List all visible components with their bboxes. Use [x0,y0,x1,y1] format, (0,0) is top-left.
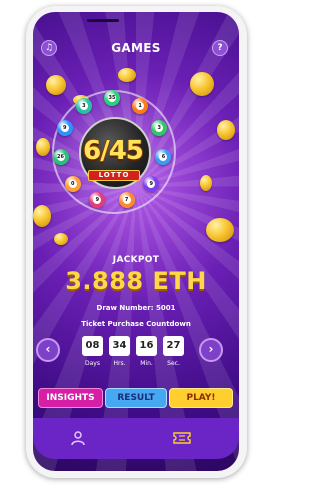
lottery-ball-number: 9 [147,180,156,189]
ticket-icon[interactable] [173,430,191,446]
lottery-ball-number: 9 [93,195,102,204]
lottery-ball: 7 [118,191,135,208]
insights-button[interactable]: INSIGHTS [38,388,103,408]
countdown-minutes-label: Min. [140,360,153,367]
coin-icon [206,218,234,242]
help-button[interactable]: ? [212,40,228,56]
result-button[interactable]: RESULT [105,388,167,408]
lottery-ball-number: 6 [159,153,168,162]
coin-icon [36,138,50,156]
countdown-minutes-value: 16 [136,336,157,356]
countdown-hours-value: 34 [109,336,130,356]
notch [87,19,119,22]
coin-icon [46,75,66,95]
lottery-ball-number: 0 [68,180,77,189]
play-button[interactable]: PLAY! [169,388,233,408]
lottery-ball: 35 [104,90,120,106]
countdown-title: Ticket Purchase Countdown [81,320,191,328]
coin-icon [200,175,212,191]
countdown-seconds-label: Sec. [167,360,180,367]
countdown-seconds-value: 27 [163,336,184,356]
coin-icon [33,205,51,227]
coin-icon [190,72,214,96]
lottery-ball-number: 3 [79,102,88,111]
lottery-ball-number: 9 [60,124,69,133]
lottery-ball: 0 [64,176,81,193]
bottom-nav [33,418,239,459]
jackpot-value: 3.888 ETH [65,267,207,295]
coin-icon [54,233,68,245]
user-icon[interactable] [70,430,86,446]
prev-draw-button[interactable]: ‹ [36,338,60,362]
countdown-days-value: 08 [82,336,103,356]
next-draw-button[interactable]: › [199,338,223,362]
countdown-hours-label: Hrs. [113,360,126,367]
lottery-ball-number: 26 [56,153,65,162]
page-title: GAMES [111,41,161,55]
lotto-logo-number: 6/45 [83,136,144,166]
lottery-ball-number: 1 [136,102,145,111]
lottery-ball-number: 7 [122,195,131,204]
lotto-logo-ribbon: LOTTO [88,170,140,181]
lottery-ball: 26 [52,149,69,166]
countdown-days-label: Days [85,360,100,367]
coin-icon [118,68,136,82]
lottery-ball: 9 [56,120,73,137]
lottery-ball-number: 3 [155,124,164,133]
draw-number: Draw Number: 5001 [96,304,176,312]
jackpot-label: JACKPOT [112,255,160,265]
coin-icon [217,120,235,140]
lottery-ball-number: 35 [108,94,116,102]
